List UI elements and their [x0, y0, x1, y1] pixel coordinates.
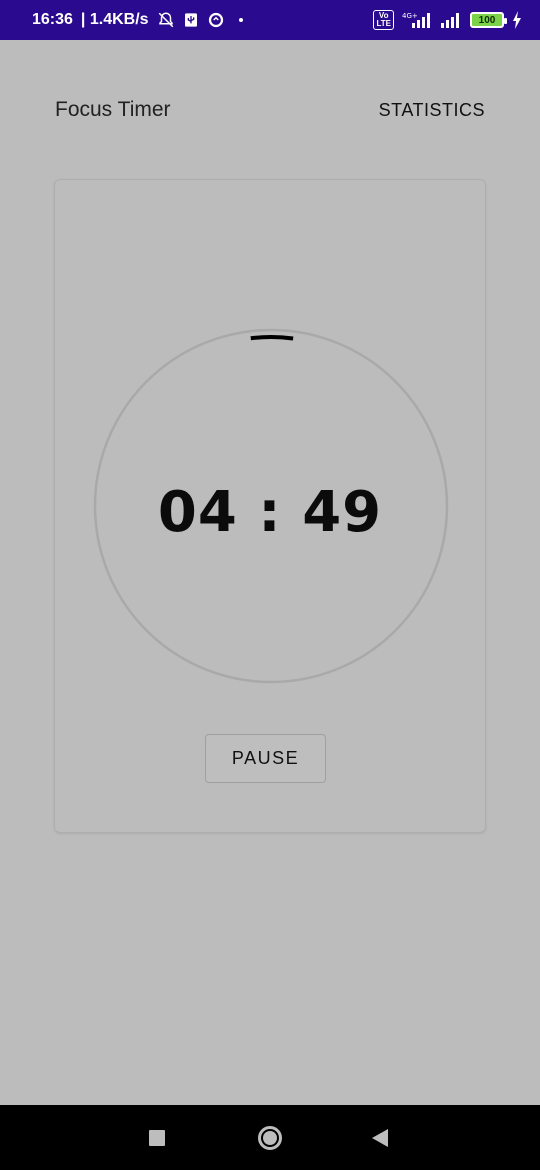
- status-bar: 16:36 | 1.4KB/s Vo LTE 4G+ 100: [0, 0, 540, 40]
- statistics-button[interactable]: STATISTICS: [379, 100, 485, 121]
- back-icon[interactable]: [372, 1129, 388, 1147]
- home-icon[interactable]: [258, 1126, 282, 1150]
- data-saver-icon: [207, 11, 225, 29]
- battery-level: 100: [478, 14, 496, 26]
- notifications-off-icon: [157, 11, 175, 29]
- signal-icon: 4G+: [402, 11, 432, 29]
- navigation-bar: [0, 1105, 540, 1170]
- status-time: 16:36: [32, 11, 73, 28]
- battery-icon: 100: [470, 12, 507, 28]
- status-bar-right: Vo LTE 4G+ 100: [373, 10, 522, 30]
- timer-progress-arc: [250, 335, 294, 341]
- usb-icon: [183, 11, 199, 29]
- timer-display: 04 : 49: [157, 480, 383, 545]
- status-net-speed: | 1.4KB/s: [80, 11, 149, 28]
- volte-badge: Vo LTE: [373, 10, 394, 30]
- dot-icon: [238, 18, 243, 22]
- timer-card: 04 : 49 PAUSE: [54, 179, 486, 833]
- signal-icon: [440, 11, 462, 29]
- recent-apps-icon[interactable]: [149, 1130, 165, 1146]
- charging-icon: [512, 11, 522, 29]
- status-bar-left: 16:36 | 1.4KB/s: [32, 11, 243, 29]
- app-title: Focus Timer: [55, 98, 171, 121]
- pause-button[interactable]: PAUSE: [205, 734, 326, 783]
- network-type: 4G+: [402, 12, 418, 20]
